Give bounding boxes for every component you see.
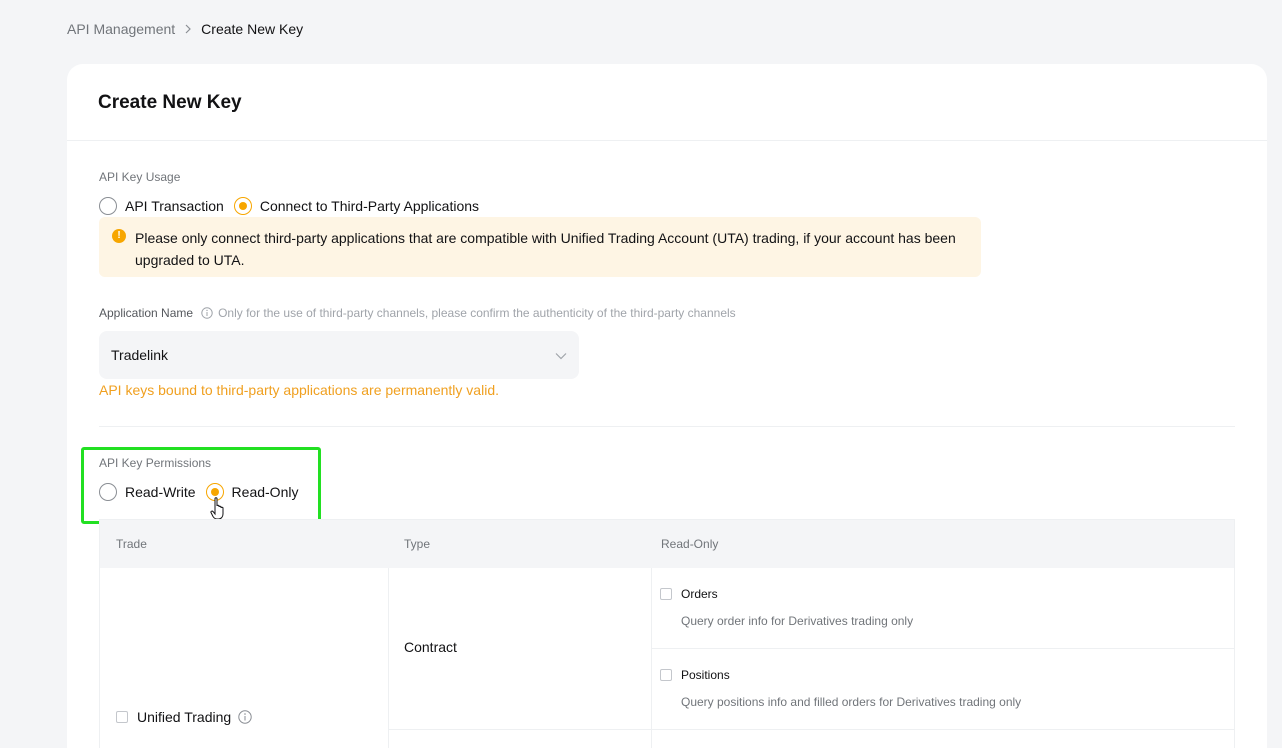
column-divider — [388, 568, 389, 748]
chevron-right-icon — [184, 24, 192, 34]
table-header-row: Trade Type Read-Only — [100, 520, 1234, 568]
page-title: Create New Key — [98, 92, 242, 113]
chevron-down-icon — [555, 347, 567, 363]
uta-warning-banner: ! Please only connect third-party applic… — [99, 217, 981, 277]
api-key-permissions-label: API Key Permissions — [99, 456, 212, 470]
breadcrumb-current: Create New Key — [201, 21, 304, 37]
create-key-card: Create New Key API Key Usage API Transac… — [67, 64, 1267, 748]
perm-orders: Orders — [660, 587, 718, 601]
card-header: Create New Key — [67, 64, 1267, 141]
column-divider — [651, 568, 652, 748]
section-divider — [99, 426, 1235, 427]
row-divider — [388, 729, 1235, 730]
positions-description: Query positions info and filled orders f… — [681, 695, 1022, 709]
positions-label: Positions — [681, 668, 730, 682]
radio-read-only-label[interactable]: Read-Only — [232, 484, 299, 500]
unified-trading-label: Unified Trading — [137, 709, 232, 725]
breadcrumb-api-management[interactable]: API Management — [67, 21, 175, 37]
perm-positions: Positions — [660, 668, 730, 682]
type-contract: Contract — [404, 639, 457, 655]
header-read-only: Read-Only — [661, 537, 719, 551]
orders-description: Query order info for Derivatives trading… — [681, 614, 914, 628]
positions-checkbox[interactable] — [660, 669, 672, 681]
radio-third-party-label[interactable]: Connect to Third-Party Applications — [260, 198, 479, 214]
application-name-hint: Only for the use of third-party channels… — [218, 306, 736, 320]
api-key-permissions-radio-group: Read-Write Read-Only — [99, 483, 308, 501]
row-divider — [651, 648, 1235, 649]
radio-api-transaction[interactable] — [99, 197, 117, 215]
radio-third-party[interactable] — [233, 197, 252, 215]
application-name-value: Tradelink — [111, 347, 169, 363]
application-name-label-row: Application Name Only for the use of thi… — [99, 306, 736, 320]
api-key-usage-label: API Key Usage — [99, 170, 181, 184]
radio-read-write-label[interactable]: Read-Write — [125, 484, 196, 500]
warning-icon: ! — [112, 229, 126, 243]
unified-trading-checkbox[interactable] — [116, 711, 128, 723]
application-name-label: Application Name — [99, 306, 194, 320]
radio-read-write[interactable] — [99, 483, 117, 501]
permanent-validity-note: API keys bound to third-party applicatio… — [99, 382, 499, 398]
unified-trading-item: Unified Trading — [116, 709, 252, 725]
api-key-usage-radio-group: API Transaction Connect to Third-Party A… — [99, 197, 489, 215]
header-trade: Trade — [116, 537, 147, 551]
permissions-table: Trade Type Read-Only Unified Trading Con… — [99, 519, 1235, 748]
orders-checkbox[interactable] — [660, 588, 672, 600]
application-name-select[interactable]: Tradelink — [99, 331, 579, 379]
uta-warning-text: Please only connect third-party applicat… — [135, 230, 956, 268]
orders-label: Orders — [681, 587, 718, 601]
breadcrumb: API Management Create New Key — [67, 20, 303, 38]
radio-api-transaction-label[interactable]: API Transaction — [125, 198, 224, 214]
info-icon[interactable] — [201, 307, 213, 319]
info-icon[interactable] — [238, 710, 252, 724]
header-type: Type — [404, 537, 431, 551]
